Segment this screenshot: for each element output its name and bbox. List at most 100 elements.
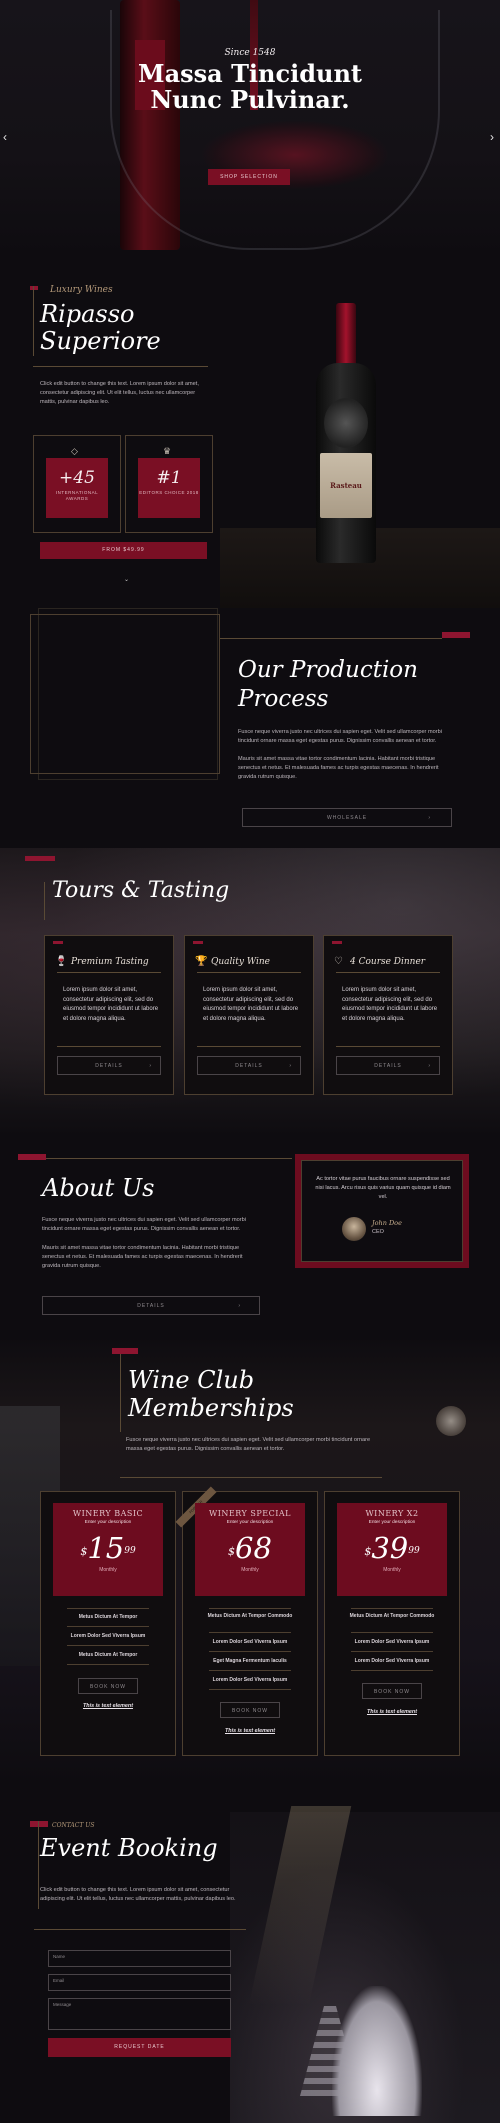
divider-line bbox=[67, 1626, 149, 1627]
testimonial-inner: Ac tortor vitae purus faucibus ornare su… bbox=[301, 1160, 463, 1262]
name-field[interactable]: Name bbox=[48, 1950, 231, 1967]
club-title-line2: Memberships bbox=[128, 1394, 294, 1422]
plan-feature: Lorem Dolor Sed Viverra Ipsum bbox=[354, 1658, 430, 1664]
message-placeholder: Message bbox=[53, 2002, 72, 2007]
testimonial-role: CEO bbox=[372, 1229, 384, 1235]
plan-text-link[interactable]: This is text element bbox=[325, 1709, 459, 1715]
price-amount: 39 bbox=[371, 1531, 409, 1565]
plan-text-link[interactable]: This is text element bbox=[183, 1728, 317, 1734]
arrow-right-icon: › bbox=[149, 1063, 152, 1069]
arrow-right-icon: › bbox=[428, 815, 431, 821]
testimonial-card: Ac tortor vitae purus faucibus ornare su… bbox=[295, 1154, 469, 1268]
arrow-right-icon: › bbox=[238, 1303, 241, 1309]
pricing-card: WINERY BASIC Enter your description $159… bbox=[40, 1491, 176, 1756]
accent-bar bbox=[442, 632, 470, 638]
slider-next-arrow-icon[interactable]: › bbox=[490, 130, 494, 144]
details-button[interactable]: DETAILS › bbox=[57, 1056, 161, 1075]
divider-line bbox=[67, 1645, 149, 1646]
from-price-button[interactable]: FROM $49.99 bbox=[40, 542, 207, 559]
plan-feature: Lorem Dolor Sed Viverra Ipsum bbox=[354, 1639, 430, 1645]
details-button[interactable]: DETAILS › bbox=[336, 1056, 440, 1075]
tour-card: 🏆 Quality Wine Lorem ipsum dolor sit ame… bbox=[184, 935, 314, 1095]
tour-card: 🍷 Premium Tasting Lorem ipsum dolor sit … bbox=[44, 935, 174, 1095]
production-paragraph: Fusce neque viverra justo nec ultrices d… bbox=[238, 729, 442, 744]
product-description: Click edit button to change this text. L… bbox=[40, 381, 199, 405]
plan-text-link[interactable]: This is text element bbox=[41, 1703, 175, 1709]
message-field[interactable]: Message bbox=[48, 1998, 231, 2030]
book-now-button[interactable]: BOOK NOW bbox=[78, 1678, 138, 1694]
slider-prev-arrow-icon[interactable]: ‹ bbox=[3, 130, 7, 144]
chevron-down-icon[interactable]: ⌄ bbox=[124, 576, 129, 583]
divider-line bbox=[120, 1354, 121, 1432]
name-placeholder: Name bbox=[53, 1954, 66, 1959]
product-section: Rasteau Luxury Wines Ripasso Superiore C… bbox=[0, 258, 500, 608]
divider-line bbox=[351, 1651, 433, 1652]
hero-title-line1: Massa Tincidunt bbox=[138, 59, 362, 88]
divider-line bbox=[209, 1608, 291, 1609]
event-description: Click edit button to change this text. L… bbox=[40, 1887, 236, 1902]
wholesale-button[interactable]: WHOLESALE › bbox=[242, 808, 452, 827]
accent-bar bbox=[30, 1821, 48, 1827]
production-title-line2: Process bbox=[238, 686, 329, 712]
hero-title-line2: Nunc Pulvinar. bbox=[150, 85, 350, 114]
plan-description: Enter your description bbox=[84, 1520, 132, 1525]
price-cents: 99 bbox=[124, 1546, 136, 1556]
divider-line bbox=[351, 1670, 433, 1671]
shop-selection-button[interactable]: SHOP SELECTION bbox=[208, 169, 290, 185]
details-button-label: DETAILS bbox=[235, 1063, 263, 1069]
plan-feature: Lorem Dolor Sed Viverra Ipsum bbox=[70, 1633, 146, 1639]
hero-since: Since 1548 bbox=[224, 48, 276, 58]
club-title: Wine Club Memberships bbox=[128, 1366, 294, 1422]
club-title-line1: Wine Club bbox=[128, 1366, 255, 1394]
plan-feature: Metus Dictum At Tempor Commodo bbox=[207, 1613, 293, 1619]
plan-name: WINERY BASIC bbox=[72, 1509, 144, 1518]
production-paragraph: Mauris sit amet massa vitae tortor condi… bbox=[238, 756, 439, 780]
details-button[interactable]: DETAILS › bbox=[197, 1056, 301, 1075]
pricing-card: WINERY X2 Enter your description $3999 M… bbox=[324, 1491, 460, 1756]
plan-feature: Lorem Dolor Sed Viverra Ipsum bbox=[212, 1677, 288, 1683]
tour-card-title: Quality Wine bbox=[211, 957, 270, 967]
plan-name: WINERY X2 bbox=[365, 1509, 419, 1518]
divider-line bbox=[336, 1046, 440, 1047]
accent-mark bbox=[53, 941, 63, 944]
email-placeholder: Email bbox=[53, 1978, 65, 1983]
about-section: About Us Fusce neque viverra justo nec u… bbox=[0, 1136, 500, 1336]
plan-period: Monthly bbox=[99, 1567, 117, 1573]
divider-line bbox=[33, 286, 34, 356]
email-field[interactable]: Email bbox=[48, 1974, 231, 1991]
award-box: ◇ +45 INTERNATIONAL AWARDS bbox=[33, 435, 121, 533]
book-now-button[interactable]: BOOK NOW bbox=[220, 1702, 280, 1718]
plan-price: $1599 bbox=[53, 1533, 163, 1563]
tour-card-text: Lorem ipsum dolor sit amet, consectetur … bbox=[342, 987, 438, 1022]
wine-club-section: Wine Club Memberships Fusce neque viverr… bbox=[0, 1336, 500, 1786]
details-button-label: DETAILS bbox=[137, 1303, 165, 1309]
divider-line bbox=[197, 972, 301, 973]
award-inner: #1 EDITORS CHOICE 2018 bbox=[138, 458, 200, 518]
tour-card-text: Lorem ipsum dolor sit amet, consectetur … bbox=[63, 987, 159, 1022]
divider-line bbox=[220, 638, 442, 639]
about-details-button[interactable]: DETAILS › bbox=[42, 1296, 260, 1315]
production-section: Our Production Process Fusce neque viver… bbox=[0, 608, 500, 848]
award-value: #1 bbox=[156, 468, 182, 488]
eyebrow-text: Luxury Wines bbox=[50, 285, 113, 295]
plan-price: $3999 bbox=[337, 1533, 447, 1563]
price-currency: $ bbox=[364, 1545, 372, 1558]
tour-card-text: Lorem ipsum dolor sit amet, consectetur … bbox=[203, 987, 299, 1022]
divider-line bbox=[351, 1608, 433, 1609]
product-title-line2: Superiore bbox=[40, 327, 161, 355]
book-now-button[interactable]: BOOK NOW bbox=[362, 1683, 422, 1699]
tours-title: Tours & Tasting bbox=[52, 878, 230, 903]
request-date-button[interactable]: REQUEST DATE bbox=[48, 2038, 231, 2057]
accent-bar bbox=[25, 856, 55, 861]
divider-line bbox=[336, 972, 440, 973]
bottle-seal bbox=[324, 398, 368, 448]
divider-line bbox=[33, 366, 208, 367]
award-value: +45 bbox=[59, 468, 95, 488]
testimonial-text: Ac tortor vitae purus faucibus ornare su… bbox=[315, 1176, 451, 1200]
pricing-card-header: WINERY BASIC Enter your description $159… bbox=[53, 1503, 163, 1596]
divider-line bbox=[57, 1046, 161, 1047]
pricing-card-header: WINERY SPECIAL Enter your description $6… bbox=[195, 1503, 305, 1596]
divider-line bbox=[44, 882, 45, 920]
tour-card: ♡ 4 Course Dinner Lorem ipsum dolor sit … bbox=[323, 935, 453, 1095]
bottle-label-text: Rasteau bbox=[330, 481, 362, 490]
